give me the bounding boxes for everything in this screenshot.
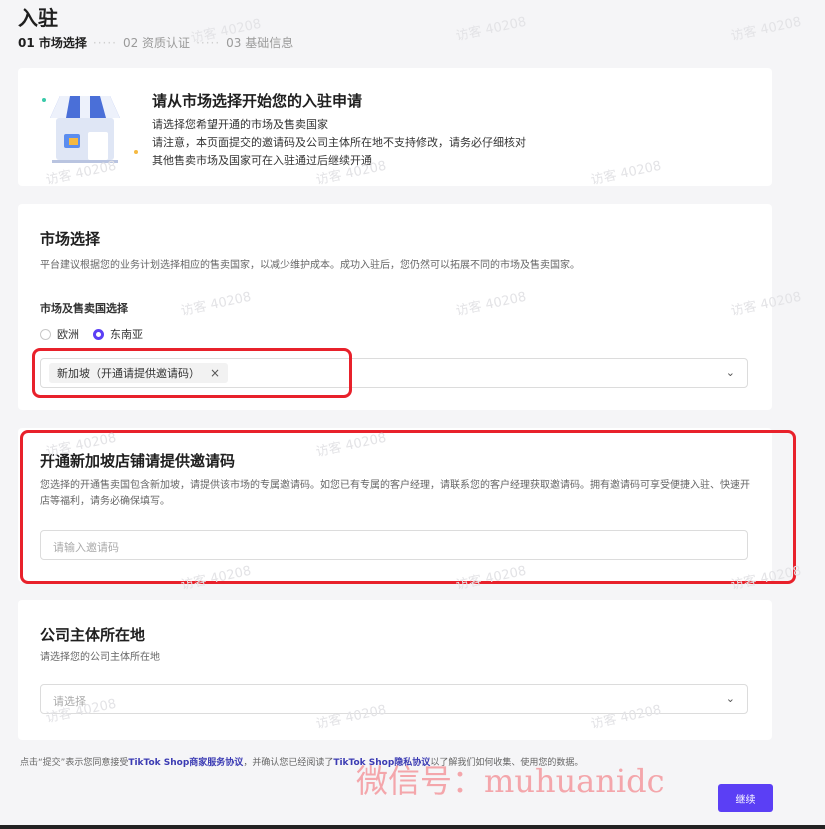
company-title: 公司主体所在地 [40, 626, 146, 644]
step-separator: ····· [196, 35, 221, 50]
market-field-label: 市场及售卖国选择 [40, 302, 128, 315]
highlight-box [20, 430, 796, 584]
radio-label: 东南亚 [110, 328, 143, 341]
agreement-text: 点击“提交”表示您同意接受TikTok Shop商家服务协议，并确认您已经阅读了… [20, 755, 583, 768]
privacy-agreement-link[interactable]: TikTok Shop隐私协议 [333, 758, 430, 768]
radio-label: 欧洲 [57, 328, 79, 341]
company-location-card: 公司主体所在地 请选择您的公司主体所在地 请选择 ⌄ [18, 600, 772, 740]
chevron-down-icon[interactable]: ⌄ [726, 366, 735, 379]
step-separator: ····· [92, 35, 117, 50]
step-market: 01 市场选择 [18, 36, 87, 50]
continue-button[interactable]: 继续 [718, 784, 773, 812]
agreement-prefix: 点击“提交”表示您同意接受 [20, 758, 129, 768]
step-qualification: 02 资质认证 [122, 36, 191, 50]
highlight-box [32, 348, 352, 398]
intro-card: 请从市场选择开始您的入驻申请 请选择您希望开通的市场及售卖国家 请注意，本页面提… [18, 68, 772, 186]
company-location-select[interactable]: 请选择 ⌄ [40, 684, 748, 714]
market-radio-group: 欧洲 东南亚 [40, 326, 143, 342]
bottom-divider [0, 825, 825, 829]
watermark: 访客 40208 [454, 14, 528, 45]
agreement-middle: ，并确认您已经阅读了 [243, 758, 334, 768]
chevron-down-icon[interactable]: ⌄ [726, 692, 735, 705]
watermark: 访客 40208 [729, 14, 803, 45]
intro-line: 请选择您希望开通的市场及售卖国家 [152, 118, 328, 131]
page-title: 入驻 [18, 6, 58, 30]
market-title: 市场选择 [40, 230, 101, 248]
step-indicator: 01 市场选择 ····· 02 资质认证 ····· 03 基础信息 [18, 34, 293, 51]
merchant-agreement-link[interactable]: TikTok Shop商家服务协议 [128, 758, 243, 768]
intro-line: 请注意，本页面提交的邀请码及公司主体所在地不支持修改，请务必仔细核对 [152, 136, 526, 149]
market-description: 平台建议根据您的业务计划选择相应的售卖国家，以减少维护成本。成功入驻后，您仍然可… [40, 260, 580, 271]
storefront-icon [42, 96, 138, 163]
radio-europe[interactable]: 欧洲 [40, 326, 79, 342]
company-description: 请选择您的公司主体所在地 [40, 652, 160, 663]
radio-circle[interactable] [40, 328, 51, 340]
radio-southeast-asia[interactable]: 东南亚 [93, 326, 143, 342]
intro-title: 请从市场选择开始您的入驻申请 [152, 92, 363, 110]
radio-circle-selected[interactable] [93, 328, 104, 340]
step-basic-info: 03 基础信息 [226, 36, 294, 50]
intro-line: 其他售卖市场及国家可在入驻通过后继续开通 [152, 154, 372, 167]
company-location-placeholder: 请选择 [53, 695, 86, 708]
agreement-suffix: 以了解我们如何收集、使用您的数据。 [430, 758, 584, 768]
